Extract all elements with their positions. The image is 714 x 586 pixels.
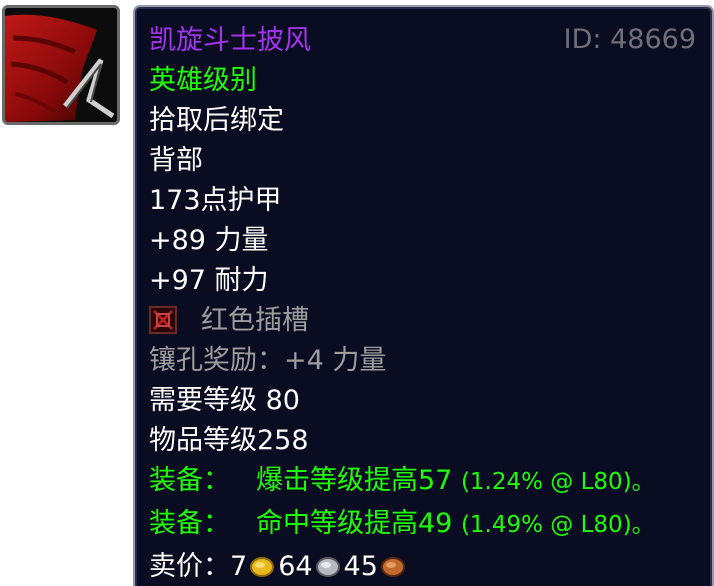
item-icon-frame[interactable] bbox=[2, 5, 120, 125]
item-tooltip-screen: 凯旋斗士披风 ID: 48669 英雄级别 拾取后绑定 背部 173点护甲 +8… bbox=[0, 0, 714, 586]
equip-1-text: 爆击等级提高57 bbox=[256, 465, 453, 496]
sell-gold: 7 bbox=[230, 551, 248, 582]
equip-effect-1: 装备： 爆击等级提高57 (1.24% @ L80)。 bbox=[149, 464, 655, 499]
sell-copper: 45 bbox=[343, 551, 378, 582]
socket-bonus: 镶孔奖励：+4 力量 bbox=[149, 345, 387, 376]
item-name[interactable]: 凯旋斗士披风 bbox=[149, 24, 311, 58]
item-armor: 173点护甲 bbox=[149, 185, 282, 216]
item-id: ID: 48669 bbox=[563, 24, 696, 55]
sell-silver: 64 bbox=[278, 551, 313, 582]
equip-effect-2: 装备： 命中等级提高49 (1.49% @ L80)。 bbox=[149, 507, 655, 542]
stat-stamina: +97 耐力 bbox=[149, 265, 269, 296]
silver-coin-icon bbox=[315, 557, 340, 577]
equip-1-detail: (1.24% @ L80)。 bbox=[460, 469, 655, 495]
socket-label: 红色插槽 bbox=[201, 305, 309, 336]
red-cloak-icon bbox=[5, 8, 117, 122]
gold-coin-icon bbox=[250, 557, 275, 577]
equip-2-prefix: 装备： bbox=[149, 508, 230, 539]
equip-2-text: 命中等级提高49 bbox=[256, 508, 453, 539]
item-tooltip: 凯旋斗士披风 ID: 48669 英雄级别 拾取后绑定 背部 173点护甲 +8… bbox=[133, 5, 714, 586]
socket-row: 红色插槽 bbox=[149, 304, 309, 338]
equip-1-prefix: 装备： bbox=[149, 465, 230, 496]
item-binding: 拾取后绑定 bbox=[149, 105, 284, 136]
sell-label: 卖价： bbox=[149, 551, 230, 582]
item-quality: 英雄级别 bbox=[149, 65, 257, 96]
stat-strength: +89 力量 bbox=[149, 225, 269, 256]
red-socket-icon bbox=[149, 306, 177, 334]
copper-coin-icon bbox=[380, 557, 405, 577]
item-level: 物品等级258 bbox=[149, 425, 309, 456]
required-level: 需要等级 80 bbox=[149, 385, 300, 416]
sell-price: 卖价：7 64 45 bbox=[149, 550, 409, 584]
item-slot: 背部 bbox=[149, 145, 203, 176]
equip-2-detail: (1.49% @ L80)。 bbox=[460, 512, 655, 538]
